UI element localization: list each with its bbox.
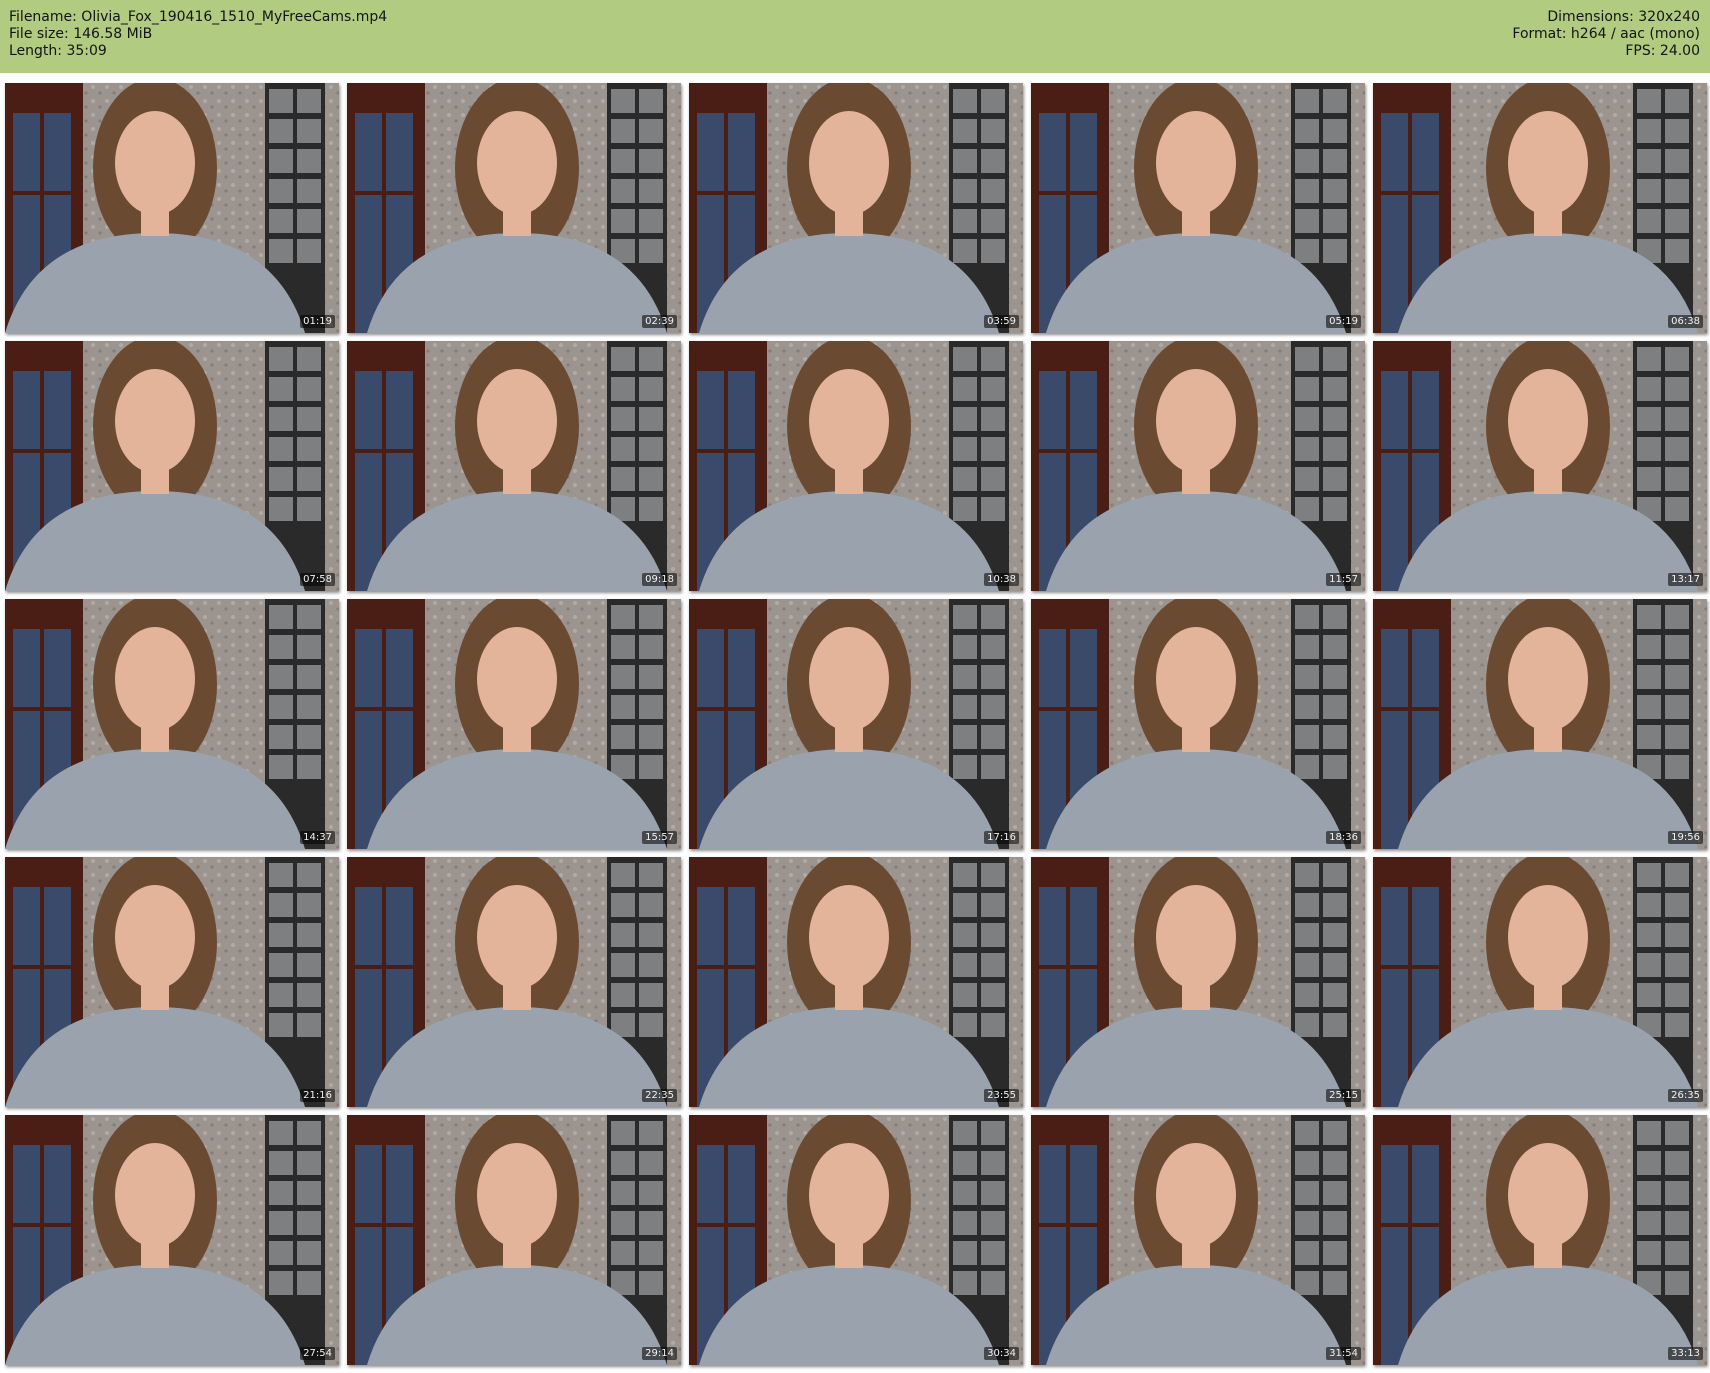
video-thumbnail: 22:35	[347, 857, 681, 1107]
video-thumbnail: 06:38	[1373, 83, 1707, 333]
video-thumbnail: 02:39	[347, 83, 681, 333]
video-thumbnail: 15:57	[347, 599, 681, 849]
frame-image	[689, 857, 1023, 1107]
frame-image	[1373, 1115, 1707, 1365]
timestamp-label: 13:17	[1668, 573, 1703, 586]
video-thumbnail: 03:59	[689, 83, 1023, 333]
video-thumbnail: 05:19	[1031, 83, 1365, 333]
video-thumbnail: 23:55	[689, 857, 1023, 1107]
frame-image	[5, 599, 339, 849]
video-thumbnail: 21:16	[5, 857, 339, 1107]
filesize-text: File size: 146.58 MiB	[9, 26, 153, 42]
frame-image	[347, 857, 681, 1107]
frame-image	[1031, 83, 1365, 333]
timestamp-label: 10:38	[984, 573, 1019, 586]
frame-image	[1031, 341, 1365, 591]
frame-image	[347, 599, 681, 849]
video-thumbnail: 27:54	[5, 1115, 339, 1365]
video-thumbnail: 14:37	[5, 599, 339, 849]
frame-image	[689, 599, 1023, 849]
video-thumbnail: 13:17	[1373, 341, 1707, 591]
video-thumbnail: 11:57	[1031, 341, 1365, 591]
timestamp-label: 17:16	[984, 831, 1019, 844]
timestamp-label: 05:19	[1326, 315, 1361, 328]
fps-text: FPS: 24.00	[1625, 43, 1700, 59]
frame-image	[1373, 857, 1707, 1107]
video-thumbnail: 01:19	[5, 83, 339, 333]
frame-image	[5, 341, 339, 591]
timestamp-label: 33:13	[1668, 1347, 1703, 1360]
timestamp-label: 09:18	[642, 573, 677, 586]
frame-image	[5, 83, 339, 333]
video-thumbnail: 25:15	[1031, 857, 1365, 1107]
timestamp-label: 26:35	[1668, 1089, 1703, 1102]
timestamp-label: 27:54	[300, 1347, 335, 1360]
length-text: Length: 35:09	[9, 43, 107, 59]
frame-image	[1373, 599, 1707, 849]
frame-image	[689, 83, 1023, 333]
video-thumbnail: 29:14	[347, 1115, 681, 1365]
timestamp-label: 15:57	[642, 831, 677, 844]
video-thumbnail: 31:54	[1031, 1115, 1365, 1365]
frame-image	[347, 1115, 681, 1365]
timestamp-label: 07:58	[300, 573, 335, 586]
timestamp-label: 31:54	[1326, 1347, 1361, 1360]
timestamp-label: 11:57	[1326, 573, 1361, 586]
info-header: Filename: Olivia_Fox_190416_1510_MyFreeC…	[0, 0, 1710, 73]
filename-text: Filename: Olivia_Fox_190416_1510_MyFreeC…	[9, 9, 388, 25]
timestamp-label: 03:59	[984, 315, 1019, 328]
timestamp-label: 02:39	[642, 315, 677, 328]
frame-image	[689, 341, 1023, 591]
frame-image	[689, 1115, 1023, 1365]
timestamp-label: 22:35	[642, 1089, 677, 1102]
video-thumbnail: 26:35	[1373, 857, 1707, 1107]
video-thumbnail: 18:36	[1031, 599, 1365, 849]
frame-image	[1373, 341, 1707, 591]
frame-image	[1031, 1115, 1365, 1365]
video-thumbnail: 17:16	[689, 599, 1023, 849]
timestamp-label: 06:38	[1668, 315, 1703, 328]
frame-image	[1031, 599, 1365, 849]
frame-image	[347, 341, 681, 591]
frame-image	[347, 83, 681, 333]
frame-image	[1373, 83, 1707, 333]
dimensions-text: Dimensions: 320x240	[1547, 9, 1700, 25]
video-thumbnail: 10:38	[689, 341, 1023, 591]
frame-image	[5, 857, 339, 1107]
format-text: Format: h264 / aac (mono)	[1512, 26, 1700, 42]
video-thumbnail: 19:56	[1373, 599, 1707, 849]
timestamp-label: 14:37	[300, 831, 335, 844]
timestamp-label: 01:19	[300, 315, 335, 328]
timestamp-label: 19:56	[1668, 831, 1703, 844]
video-thumbnail: 09:18	[347, 341, 681, 591]
timestamp-label: 29:14	[642, 1347, 677, 1360]
timestamp-label: 25:15	[1326, 1089, 1361, 1102]
frame-image	[5, 1115, 339, 1365]
video-thumbnail: 30:34	[689, 1115, 1023, 1365]
timestamp-label: 21:16	[300, 1089, 335, 1102]
file-info-left: Filename: Olivia_Fox_190416_1510_MyFreeC…	[9, 9, 387, 60]
video-thumbnail: 07:58	[5, 341, 339, 591]
timestamp-label: 30:34	[984, 1347, 1019, 1360]
file-info-right: Dimensions: 320x240 Format: h264 / aac (…	[1512, 9, 1700, 60]
timestamp-label: 18:36	[1326, 831, 1361, 844]
timestamp-label: 23:55	[984, 1089, 1019, 1102]
video-thumbnail: 33:13	[1373, 1115, 1707, 1365]
frame-image	[1031, 857, 1365, 1107]
thumbnail-grid: 01:19 02:39 03:59 05:19 06:38 07:58 09:18 10:38…	[5, 83, 1707, 1368]
